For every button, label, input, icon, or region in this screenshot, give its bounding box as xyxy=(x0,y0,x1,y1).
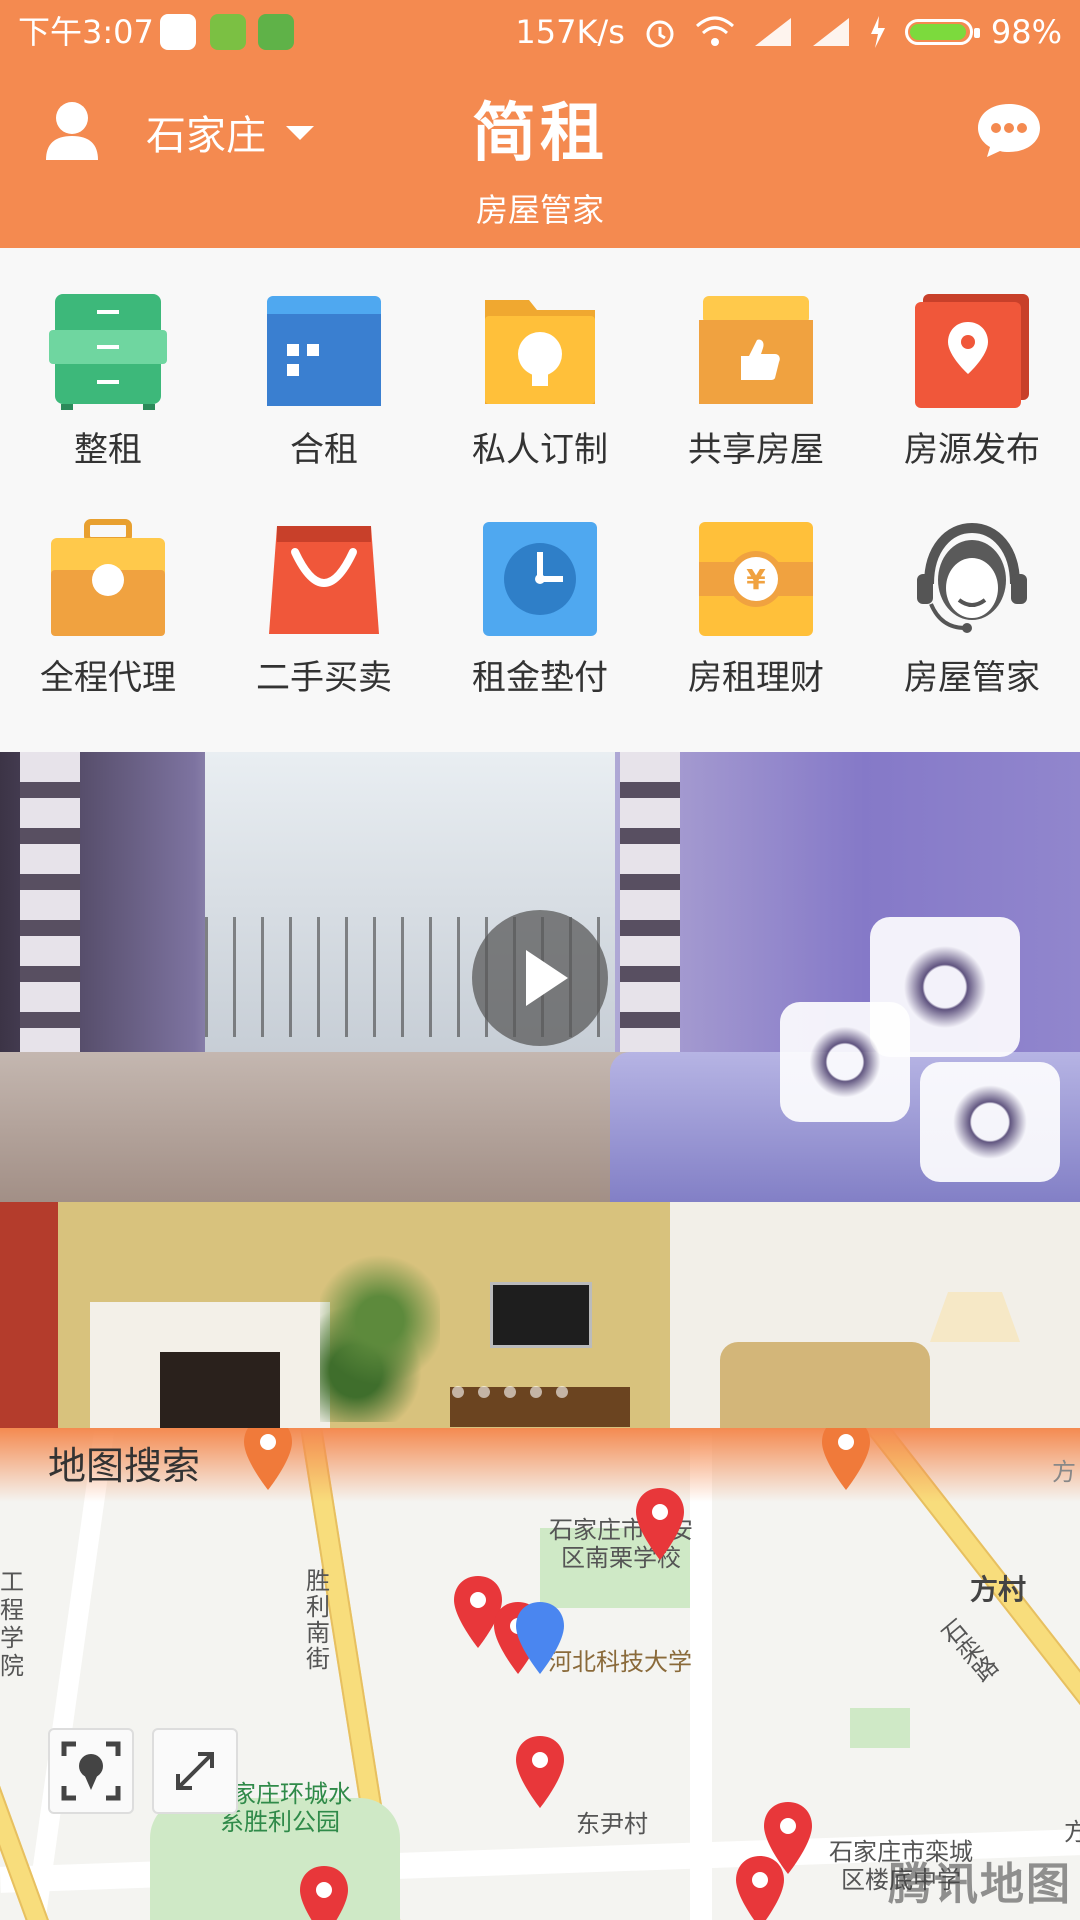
feature-grid: 整租 合租 私人订制 共享房屋 房源发布 全程代理 二手买卖 租金垫付 ¥ 房租… xyxy=(0,248,1080,752)
locate-button[interactable] xyxy=(48,1728,134,1814)
lightbulb-folder-icon xyxy=(485,300,595,404)
park-small xyxy=(850,1708,910,1748)
location-pin-icon xyxy=(915,294,1029,408)
pillow xyxy=(780,1002,910,1122)
feature-label: 租金垫付 xyxy=(472,658,608,698)
map-label-village2: 东尹村 xyxy=(576,1810,648,1838)
road xyxy=(25,1429,115,1919)
curtain-right xyxy=(620,752,680,1072)
feature-shared-house[interactable]: 共享房屋 xyxy=(648,268,864,496)
feature-label: 房源发布 xyxy=(904,430,1040,470)
briefcase-icon xyxy=(51,519,165,636)
map-label-village: 方村 xyxy=(970,1573,1027,1606)
plant xyxy=(320,1252,440,1422)
charging-icon xyxy=(870,16,885,48)
headset-agent-icon xyxy=(917,522,1027,633)
status-right: 157K/s 98% xyxy=(515,0,1062,64)
feature-label: 全程代理 xyxy=(40,658,176,698)
building-icon xyxy=(267,296,381,406)
feature-rent-advance[interactable]: 租金垫付 xyxy=(432,496,648,724)
carousel-indicator[interactable] xyxy=(452,1386,568,1398)
house-pin[interactable] xyxy=(632,1486,688,1564)
house-pin[interactable] xyxy=(732,1854,788,1920)
feature-second-hand[interactable]: 二手买卖 xyxy=(216,496,432,724)
battery-icon xyxy=(904,19,980,45)
svg-text:¥: ¥ xyxy=(746,563,766,596)
status-time: 下午3:07 xyxy=(18,13,154,51)
android-app-icon xyxy=(258,14,294,50)
map-label-university: 河北科技大学 xyxy=(548,1648,692,1676)
feature-label: 共享房屋 xyxy=(688,430,824,470)
pillow xyxy=(920,1062,1060,1182)
qq-browser-icon xyxy=(160,14,196,50)
map-label-left: 工程学院 xyxy=(0,1568,24,1680)
signal-icon-2 xyxy=(812,18,849,46)
thumbs-up-box-icon xyxy=(699,296,813,404)
play-button[interactable] xyxy=(472,910,608,1046)
curtain-left xyxy=(20,752,80,1072)
house-pin[interactable] xyxy=(818,1428,874,1494)
signal-icon xyxy=(754,18,791,46)
house-pin[interactable] xyxy=(512,1734,568,1812)
battery-saver-icon xyxy=(210,14,246,50)
current-location-pin[interactable] xyxy=(512,1600,568,1678)
house-pin[interactable] xyxy=(296,1864,352,1920)
brand-logo: 简租 xyxy=(472,96,608,171)
expand-icon xyxy=(176,1752,214,1790)
yuan-coin-icon: ¥ xyxy=(699,522,813,636)
brand-subtitle: 房屋管家 xyxy=(475,191,604,229)
alarm-icon xyxy=(646,20,674,48)
message-icon[interactable] xyxy=(976,102,1042,158)
map-title: 地图搜索 xyxy=(48,1444,201,1488)
lamp xyxy=(930,1292,1020,1342)
feature-rent-finance[interactable]: ¥ 房租理财 xyxy=(648,496,864,724)
feature-shared-rent[interactable]: 合租 xyxy=(216,268,432,496)
feature-label: 二手买卖 xyxy=(256,658,392,698)
app-header: 下午3:07 157K/s 98% 石家庄 简租 房屋管家 xyxy=(0,0,1080,248)
tv xyxy=(490,1282,592,1348)
map-label-road: 胜利南街 xyxy=(306,1567,330,1673)
map-provider-logo: 腾讯地图 xyxy=(888,1859,1072,1910)
status-bar: 下午3:07 157K/s 98% xyxy=(0,0,1080,64)
network-speed: 157K/s xyxy=(515,13,625,51)
feature-label: 合租 xyxy=(290,430,358,470)
battery-percent: 98% xyxy=(990,13,1062,51)
feature-label: 房租理财 xyxy=(688,658,824,698)
fullscreen-button[interactable] xyxy=(152,1728,238,1814)
feature-full-agency[interactable]: 全程代理 xyxy=(0,496,216,724)
feature-listing-publish[interactable]: 房源发布 xyxy=(864,268,1080,496)
feature-label: 房屋管家 xyxy=(904,658,1040,698)
feature-private-custom[interactable]: 私人订制 xyxy=(432,268,648,496)
map-view[interactable]: 地图搜索 胜利南街 石家庄市长安区南栗学校 河北科技大学 方村 石栾路 石家庄环… xyxy=(0,1428,1080,1920)
feature-house-keeper[interactable]: 房屋管家 xyxy=(864,496,1080,724)
map-label-road2: 石栾路 xyxy=(936,1613,1004,1688)
clock-icon xyxy=(483,522,597,636)
feature-label: 私人订制 xyxy=(472,430,608,470)
golden-sofa xyxy=(720,1342,930,1428)
floor xyxy=(0,1052,700,1202)
shopping-bag-icon xyxy=(269,526,379,634)
map-label-edge: 方 xyxy=(1064,1818,1080,1846)
map-label-edge: 方 xyxy=(1052,1458,1076,1486)
feature-whole-rent[interactable]: 整租 xyxy=(0,268,216,496)
cabinet-icon xyxy=(49,294,167,410)
house-pin[interactable] xyxy=(240,1428,296,1494)
wifi-icon xyxy=(695,16,734,46)
feature-label: 整租 xyxy=(74,430,142,470)
fireplace xyxy=(90,1302,330,1428)
locate-icon xyxy=(61,1741,121,1801)
